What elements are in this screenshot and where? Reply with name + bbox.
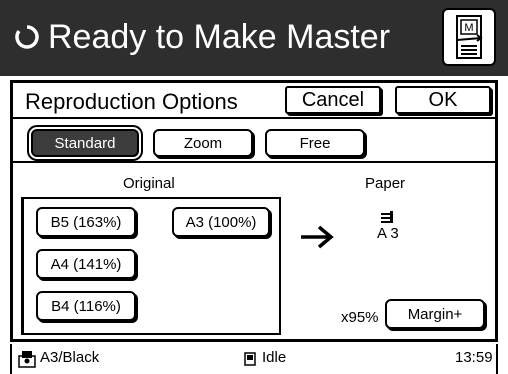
size-a3-button[interactable]: A3 (100%) (172, 207, 270, 237)
tab-row: Standard Zoom Free (13, 121, 495, 163)
footer-clock: 13:59 (455, 349, 493, 366)
tab-standard[interactable]: Standard (31, 129, 139, 157)
ok-button[interactable]: OK (395, 86, 491, 114)
status-header: Ready to Make Master M (0, 0, 508, 76)
master-document-icon: M (456, 15, 483, 59)
svg-text:M: M (464, 22, 473, 34)
size-b5-button[interactable]: B5 (163%) (36, 207, 136, 237)
status-text: Ready to Make Master (48, 17, 391, 56)
status-footer: A3/Black Idle 13:59 (0, 344, 508, 374)
status-area: Ready to Make Master (14, 9, 390, 65)
refresh-circle-icon (15, 25, 39, 49)
paper-tray-icon (381, 211, 393, 223)
footer-paper-info: A3/Black (40, 349, 100, 366)
panel-title: Reproduction Options (25, 89, 238, 114)
original-size-group: B5 (163%) A3 (100%) A4 (141%) B4 (116%) (21, 197, 281, 335)
reproduction-options-panel: Reproduction Options Cancel OK Standard … (10, 80, 498, 342)
cancel-button[interactable]: Cancel (285, 86, 381, 114)
original-label: Original (123, 175, 175, 192)
margin-plus-button[interactable]: Margin+ (385, 299, 485, 329)
idle-document-icon (244, 352, 256, 366)
ink-drum-icon (18, 351, 36, 368)
footer-status: Idle (262, 349, 287, 366)
size-a4-button[interactable]: A4 (141%) (36, 249, 136, 279)
tab-free[interactable]: Free (265, 129, 365, 157)
arrow-right-icon (301, 225, 334, 249)
zoom-percentage: x95% (341, 309, 379, 326)
title-row: Reproduction Options Cancel OK (13, 83, 495, 119)
master-info-button[interactable]: M (442, 8, 496, 66)
size-b4-button[interactable]: B4 (116%) (36, 291, 136, 321)
paper-label: Paper (365, 175, 406, 192)
tab-zoom[interactable]: Zoom (153, 129, 253, 157)
footer-divider (10, 344, 12, 374)
paper-size-value: A 3 (377, 225, 399, 242)
footer-divider-right (496, 344, 498, 374)
